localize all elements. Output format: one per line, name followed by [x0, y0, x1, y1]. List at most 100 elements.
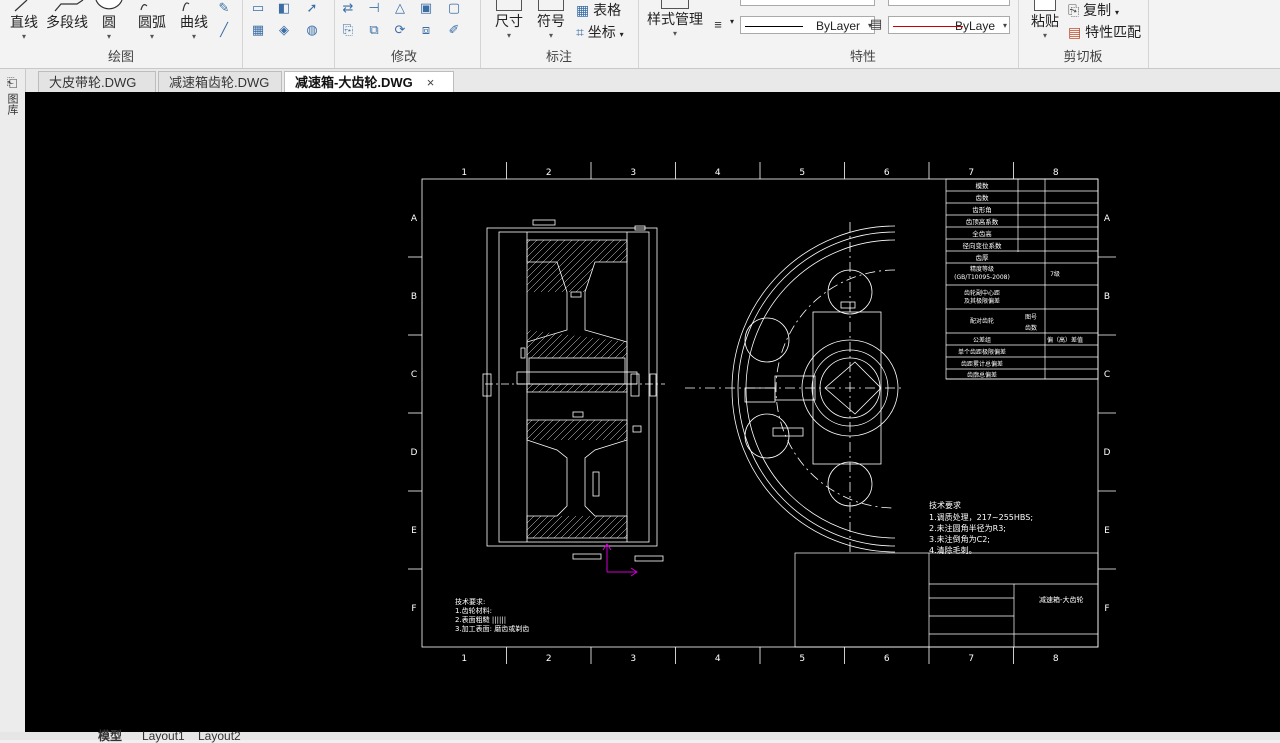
color-combo-top[interactable] [740, 0, 875, 6]
boundary-icon[interactable]: ◍ [304, 22, 320, 38]
grid-row-label: A [411, 214, 418, 224]
properties-group-label: 特性 [849, 49, 876, 64]
symbol-button[interactable]: 符号 ▾ [534, 0, 568, 41]
construction-line-icon[interactable]: ╱ [216, 22, 232, 38]
table-button[interactable]: ▦ 表格 [576, 0, 621, 20]
grid-row-label: D [411, 448, 418, 458]
layer-combo-top[interactable] [888, 0, 1010, 6]
match-properties-icon: ▤ [1068, 24, 1082, 40]
panel-pin-icon[interactable]: ⎗ [4, 75, 20, 91]
region-icon[interactable]: ◧ [276, 0, 292, 16]
chevron-down-icon: ▾ [672, 29, 677, 38]
curve-button[interactable]: 曲线 ▾ [176, 0, 212, 42]
grid-column-label: 1 [461, 168, 467, 178]
tab-layout2[interactable]: Layout2 [198, 730, 241, 742]
grid-column-label: 6 [884, 654, 890, 664]
chevron-down-icon: ▾ [21, 32, 26, 41]
note-line: 1.齿轮材料: [455, 606, 492, 615]
param-label: 齿距累计总偏差 [961, 360, 1003, 368]
gear-drawing: 1122334455667788A AB BC CD DE EF F 模数齿数齿… [408, 162, 1116, 664]
hatch-icon[interactable]: ▦ [250, 22, 266, 38]
grid-row-label: A [1104, 214, 1111, 224]
tech-req-line: 1.调质处理，217~255HBS; [929, 512, 1033, 522]
coordinate-icon: ⌗ [576, 24, 584, 40]
edit-icon[interactable]: ✐ [446, 22, 462, 38]
arc-button[interactable]: 圆弧 ▾ [134, 0, 170, 42]
copy-button[interactable]: ⎘ 复制 ▾ [1068, 0, 1119, 20]
close-tab-icon[interactable]: × [427, 75, 435, 90]
tab-reducer-gear[interactable]: 减速箱齿轮.DWG [158, 71, 282, 92]
properties-group: ≡ ▾ ByLayer ▾ ▤ ByLaye ▾ 特性 [708, 0, 1019, 68]
lineweight-dropdown-arrow[interactable]: ▾ [730, 17, 734, 26]
clipboard-group-label: 剪切板 [1063, 49, 1103, 64]
circle-button[interactable]: 圆 ▾ [94, 0, 124, 42]
scale-icon[interactable]: ⧉ [366, 22, 382, 38]
chevron-down-icon: ▾ [106, 32, 111, 41]
param-label: 模数 [976, 181, 990, 190]
tech-req-line: 3.未注倒角为C2; [929, 534, 990, 544]
mirror-icon[interactable]: △ [392, 0, 408, 16]
modify-group: ▭ ▦ ◧ ◈ ➚ ◍ 修改 [242, 0, 417, 68]
lineweight-combo[interactable]: ByLaye ▾ [888, 16, 1010, 34]
param-label: 齿形角 [972, 205, 992, 214]
tab-model[interactable]: 模型 [98, 730, 122, 742]
array-icon[interactable]: ▣ [418, 0, 434, 16]
style-manager-button[interactable]: 样式管理 ▾ [642, 0, 708, 39]
chevron-down-icon: ▾ [506, 31, 511, 40]
wipeout-icon[interactable]: ◈ [276, 22, 292, 38]
chevron-down-icon: ▾ [548, 31, 553, 40]
general-notes: 技术要求: 1.齿轮材料: 2.表面粗糙 |||||| 3.加工表面: 磨齿或剃… [455, 597, 529, 633]
grid-column-label: 5 [799, 168, 805, 178]
annotate-group-label: 标注 [545, 49, 572, 64]
grid-column-label: 1 [461, 654, 467, 664]
tab-reducer-big-gear[interactable]: 减速箱-大齿轮.DWG × [284, 71, 454, 92]
stretch-icon[interactable]: ▢ [446, 0, 462, 16]
move-icon[interactable]: ⇄ [340, 0, 356, 16]
grid-column-label: 5 [799, 654, 805, 664]
grid-column-label: 7 [968, 168, 974, 178]
table-icon: ▦ [576, 2, 590, 18]
grid-row-label: E [1104, 526, 1110, 536]
style-group: 样式管理 ▾ [638, 0, 708, 68]
line-button[interactable]: 直线 ▾ [6, 0, 42, 42]
drawing-canvas[interactable]: 1122334455667788AABBCCDDEEFF 模数 齿数 齿形角 齿… [25, 92, 1280, 732]
grid-column-label: 7 [968, 654, 974, 664]
dimension-button[interactable]: 尺寸 ▾ [492, 0, 526, 41]
title-block-name: 减速箱-大齿轮 [1039, 595, 1084, 604]
rotate-icon[interactable]: ⟳ [392, 22, 408, 38]
grid-column-label: 8 [1053, 168, 1059, 178]
polyline-button[interactable]: 多段线 [44, 0, 90, 32]
match-properties-button[interactable]: ▤ 特性匹配 [1068, 22, 1141, 42]
section-hatch [527, 240, 627, 538]
chevron-down-icon: ▾ [191, 32, 196, 41]
draw-group-label: 绘图 [107, 49, 134, 64]
chevron-down-icon: ▾ [1042, 31, 1047, 40]
param-label: 齿厚 [976, 254, 990, 262]
param-label: 齿顶高系数 [966, 217, 999, 226]
cursor-icon[interactable]: ➚ [304, 0, 320, 16]
left-side-panel: ⎗ 图库 [0, 69, 26, 740]
lineweight-list-icon[interactable]: ≡ [710, 16, 726, 32]
pen-icon[interactable]: ✎ [216, 0, 232, 16]
ucs-icon [602, 543, 638, 577]
gear-front-view [685, 222, 903, 554]
paste-button[interactable]: 粘贴 ▾ [1028, 0, 1062, 41]
param-label: 齿数 [976, 193, 990, 202]
tab-large-pulley[interactable]: 大皮带轮.DWG [38, 71, 156, 92]
spline-icon [182, 2, 190, 12]
lineweight-icon[interactable]: ▤ [868, 16, 884, 32]
trim-icon[interactable]: ⊣ [366, 0, 382, 16]
grid-column-label: 6 [884, 168, 890, 178]
linetype-combo[interactable]: ByLayer ▾ [740, 16, 875, 34]
copy-icon[interactable]: ⎘ [340, 22, 356, 38]
offset-icon[interactable]: ⧈ [418, 22, 434, 38]
param-label: (GB/T10095-2008) [954, 274, 1010, 281]
coordinate-button[interactable]: ⌗ 坐标 ▾ [576, 22, 624, 42]
document-tab-bar: 大皮带轮.DWG 减速箱齿轮.DWG 减速箱-大齿轮.DWG × [0, 69, 1280, 92]
param-label: 图号 [1025, 314, 1037, 321]
rectangle-icon[interactable]: ▭ [250, 0, 266, 16]
grid-column-label: 3 [630, 654, 636, 664]
chevron-down-icon: ▾ [149, 32, 154, 41]
tab-layout1[interactable]: Layout1 [142, 730, 185, 742]
chevron-down-icon: ▾ [1002, 21, 1007, 30]
